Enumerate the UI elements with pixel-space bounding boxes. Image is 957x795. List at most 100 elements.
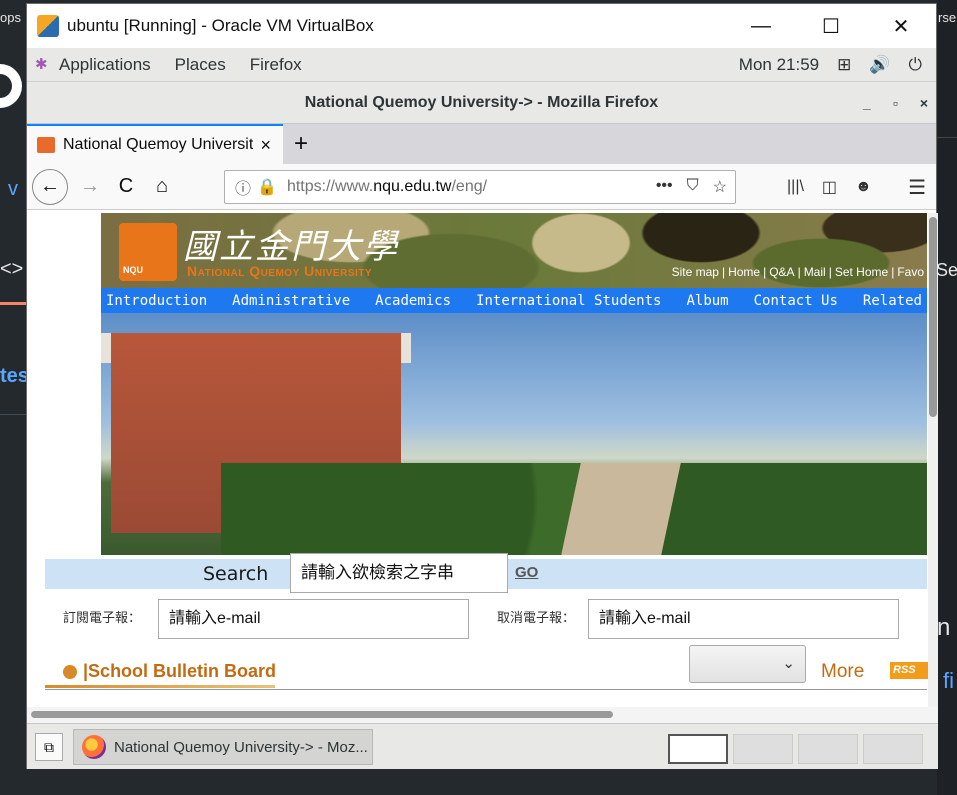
reload-button[interactable]: C [110,175,142,198]
nav-contact-us[interactable]: Contact Us [754,293,838,309]
nav-introduction[interactable]: Introduction [106,293,207,309]
home-button[interactable]: ⌂ [146,175,178,198]
network-icon[interactable]: ⊞ [837,55,851,75]
firefox-icon [82,735,106,759]
virtualbox-titlebar[interactable]: ubuntu [Running] - Oracle VM VirtualBox … [27,4,936,48]
background-text-se: Se [936,260,957,280]
url-text[interactable]: https://www.nqu.edu.tw/eng/ [287,178,487,196]
horizontal-scrollbar[interactable] [27,707,938,723]
rss-icon[interactable]: RSS [890,662,930,679]
workspace-4[interactable] [863,734,923,764]
firefox-close-button[interactable]: × [920,95,928,111]
nav-administrative[interactable]: Administrative [232,293,350,309]
maximize-button[interactable]: ☐ [796,4,866,48]
pocket-icon[interactable]: ⛉ [687,177,699,197]
background-right-separator [937,137,957,138]
page-viewport: NQU 國立金門大學 National Quemoy University Si… [27,213,938,709]
workspace-3[interactable] [798,734,858,764]
bulletin-title: School Bulletin Board [88,661,277,681]
gnome-bottom-panel: ⧉ National Quemoy University-> - Moz... [27,723,938,769]
content-divider [45,689,927,690]
firefox-menu[interactable]: Firefox [250,55,302,75]
search-bar: Search 請輸入欲檢索之字串 GO [45,553,927,593]
background-text-n: n [937,614,951,641]
library-icon[interactable]: |||\ [787,178,804,196]
quick-link-set-home[interactable]: Set Home [832,265,891,279]
workspace-1[interactable] [668,734,728,764]
chevron-down-icon: ⌄ [782,655,795,672]
forward-button[interactable]: → [74,175,106,198]
quick-link-favorite[interactable]: Favo [894,265,927,279]
tab-nqu[interactable]: National Quemoy University-> × [27,124,283,164]
tab-bar: National Quemoy University-> × + [27,124,936,164]
nav-academics[interactable]: Academics [375,293,451,309]
minimize-button[interactable]: — [726,4,796,48]
sidebar-icon[interactable]: ◫ [822,177,837,197]
background-separator [0,414,26,415]
search-input[interactable]: 請輸入欲檢索之字串 [290,553,508,593]
background-code-icon: <> [0,258,24,280]
subscribe-email-input[interactable]: 請輸入e-mail [158,599,469,639]
background-text-fi: fi [943,668,954,693]
hamburger-menu-icon[interactable]: ☰ [908,164,926,210]
vertical-scrollbar[interactable] [928,213,938,709]
background-text-ops: ops [0,10,21,25]
more-link[interactable]: More [821,661,864,683]
info-icon[interactable]: ⓘ [235,175,251,199]
site-banner: NQU 國立金門大學 National Quemoy University Si… [101,213,927,288]
firefox-titlebar[interactable]: National Quemoy University-> - Mozilla F… [27,82,936,124]
applications-label: Applications [59,54,151,74]
virtualbox-window: ubuntu [Running] - Oracle VM VirtualBox … [26,3,938,769]
search-label: Search [203,563,269,585]
bookmark-star-icon[interactable]: ☆ [713,177,727,197]
lock-icon[interactable]: 🔒 [257,177,277,197]
show-desktop-icon[interactable]: ⧉ [35,733,63,761]
university-name-english: National Quemoy University [187,263,373,279]
tab-label: National Quemoy University-> [63,136,253,153]
applications-menu[interactable]: Applications [35,55,151,75]
vertical-scrollbar-thumb[interactable] [929,217,937,417]
firefox-maximize-button[interactable]: ▫ [893,95,898,111]
bulletin-heading[interactable]: |School Bulletin Board [63,661,276,682]
account-icon[interactable]: ☻ [855,178,872,196]
search-go-button[interactable]: GO [515,564,538,581]
campus-photo [101,313,927,555]
power-icon[interactable]: ⏻ [909,55,922,75]
url-bar[interactable]: ⓘ 🔒 https://www.nqu.edu.tw/eng/ ••• ⛉ ☆ [224,170,736,204]
background-tab-underline [0,302,26,305]
quick-link-mail[interactable]: Mail [801,265,829,279]
quick-links: Site map | Home | Q&A | Mail | Set Home | Favo [669,265,927,279]
quick-link-site-map[interactable]: Site map [669,265,722,279]
background-text-rse: rse [938,10,957,25]
tab-close-icon[interactable]: × [260,135,271,156]
virtualbox-title: ubuntu [Running] - Oracle VM VirtualBox [67,16,374,35]
close-button[interactable]: ✕ [866,4,936,48]
clock[interactable]: Mon 21:59 [739,55,819,75]
places-menu[interactable]: Places [175,55,226,75]
nav-related-links[interactable]: Related Links [863,293,938,309]
unsubscribe-label: 取消電子報： [497,610,576,625]
taskbar-firefox-label: National Quemoy University-> - Moz... [114,738,368,756]
page-actions-icon[interactable]: ••• [656,177,673,197]
quick-link-home[interactable]: Home [725,265,763,279]
new-tab-button[interactable]: + [283,124,319,164]
nav-international-students[interactable]: International Students [476,293,661,309]
workspace-2[interactable] [733,734,793,764]
firefox-minimize-button[interactable]: _ [863,95,871,111]
applications-icon [35,55,51,73]
nqu-logo-text: NQU [123,265,143,275]
volume-icon[interactable]: 🔊 [869,55,890,75]
site-nav-menu: Introduction Administrative Academics In… [101,288,938,313]
navigation-toolbar: ← → C ⌂ ⓘ 🔒 https://www.nqu.edu.tw/eng/ … [27,164,936,210]
bulletin-underline [45,685,275,688]
horizontal-scrollbar-thumb[interactable] [31,711,613,718]
nav-album[interactable]: Album [686,293,728,309]
back-button[interactable]: ← [32,168,68,205]
github-logo-icon [0,64,22,108]
unsubscribe-email-input[interactable]: 請輸入e-mail [588,599,899,639]
gnome-top-panel: Applications Places Firefox Mon 21:59 ⊞ … [27,48,936,82]
taskbar-firefox-item[interactable]: National Quemoy University-> - Moz... [73,729,373,765]
background-text-tes: tes [0,365,29,387]
bulletin-category-select[interactable]: ⌄ [689,645,806,683]
quick-link-qa[interactable]: Q&A [766,265,797,279]
